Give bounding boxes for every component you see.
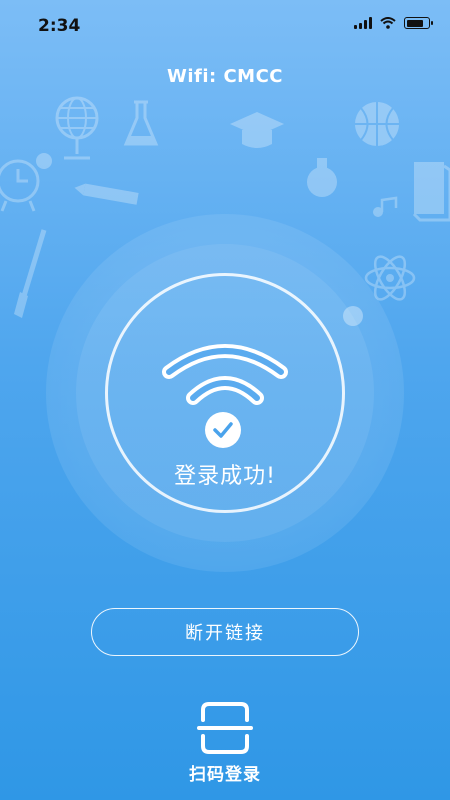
wifi-network-title: Wifi: CMCC	[166, 66, 284, 87]
battery-level	[406, 19, 423, 27]
flask-icon	[123, 100, 159, 146]
status-bar: 2:34	[0, 0, 450, 44]
orbit-dot	[343, 306, 363, 326]
disconnect-button-label: 断开链接	[185, 623, 265, 644]
scan-icon	[197, 702, 253, 754]
paintbrush-icon	[14, 229, 47, 318]
wifi-icon	[162, 344, 288, 405]
basketball-icon	[355, 102, 399, 146]
graduation-cap-icon	[230, 112, 284, 148]
alarm-clock-icon	[0, 153, 52, 212]
battery-icon	[404, 17, 433, 29]
scan-login-button[interactable]: 扫码登录	[175, 698, 275, 788]
status-icons	[354, 17, 433, 29]
scan-login-label: 扫码登录	[189, 765, 261, 785]
music-note-icon	[373, 196, 398, 217]
login-success-text: 登录成功!	[174, 464, 276, 489]
wifi-status-icon	[380, 17, 396, 29]
disconnect-button[interactable]: 断开链接	[91, 608, 359, 656]
check-icon	[205, 412, 241, 448]
cellular-signal-icon	[354, 17, 372, 29]
pencil-icon	[74, 183, 139, 205]
status-time: 2:34	[38, 16, 81, 36]
book-icon	[412, 162, 450, 222]
lightbulb-icon	[307, 158, 337, 197]
globe-icon	[55, 96, 99, 160]
